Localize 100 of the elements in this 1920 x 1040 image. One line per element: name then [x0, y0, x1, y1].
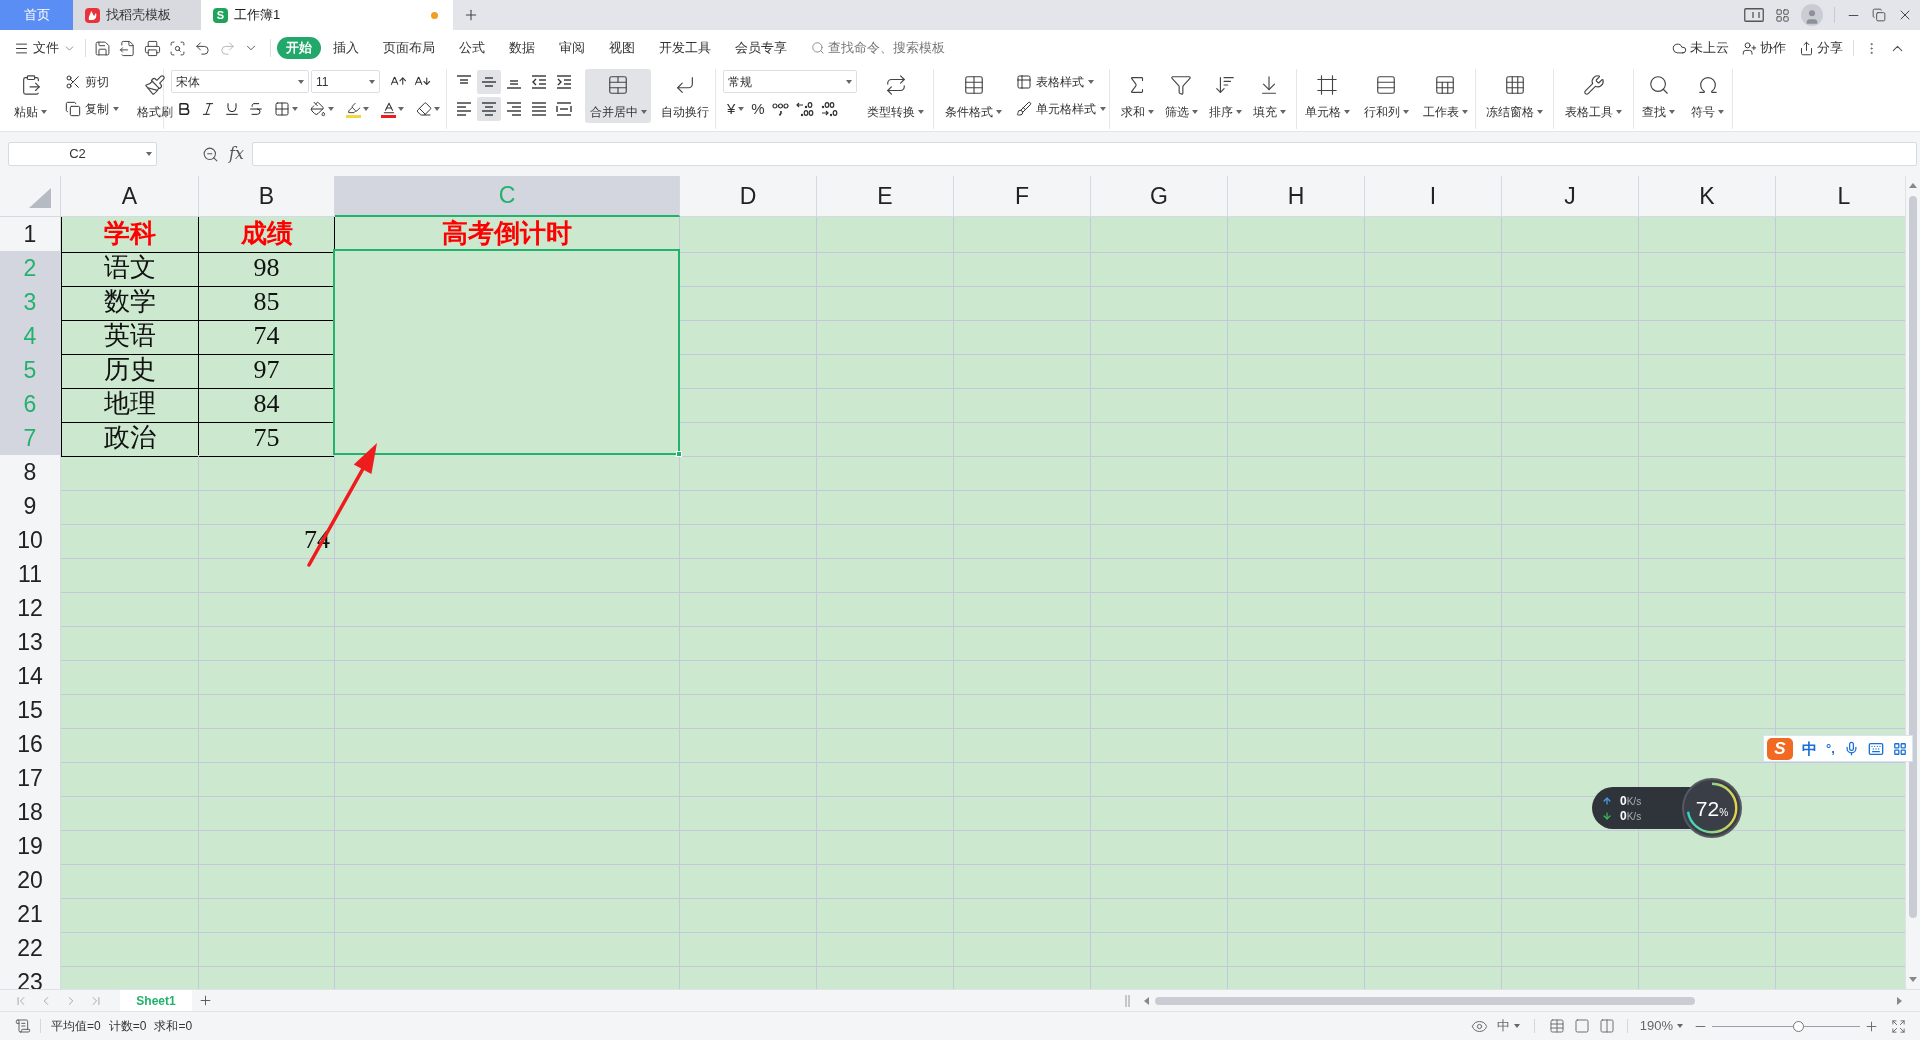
- cloud-status-button[interactable]: 未上云: [1672, 38, 1729, 58]
- ribbon-tab[interactable]: 数据: [497, 37, 547, 59]
- punctuation-toggle[interactable]: °,: [1826, 742, 1835, 755]
- ribbon-tab[interactable]: 开发工具: [647, 37, 723, 59]
- merged-cell[interactable]: [333, 249, 680, 455]
- row-header[interactable]: 20: [0, 863, 61, 899]
- column-header[interactable]: A: [61, 176, 199, 217]
- sort-button[interactable]: 排序: [1204, 69, 1246, 123]
- row-header[interactable]: 8: [0, 455, 61, 491]
- font-size-select[interactable]: 11: [311, 70, 380, 93]
- column-header[interactable]: H: [1228, 176, 1365, 217]
- document-tab[interactable]: 找稻壳模板: [73, 0, 201, 30]
- ribbon-tab[interactable]: 插入: [321, 37, 371, 59]
- row-header[interactable]: 1: [0, 217, 61, 253]
- column-header[interactable]: G: [1091, 176, 1228, 217]
- collaborate-button[interactable]: 协作: [1742, 38, 1786, 58]
- bold-icon[interactable]: [176, 101, 192, 117]
- file-menu[interactable]: 文件: [14, 38, 76, 58]
- worksheet-button[interactable]: 工作表: [1418, 69, 1472, 123]
- input-mode-toggle[interactable]: 中: [1802, 741, 1817, 756]
- column-header[interactable]: D: [680, 176, 817, 217]
- decrease-decimal-icon[interactable]: [820, 101, 839, 117]
- conditional-format-button[interactable]: 条件格式: [941, 69, 1006, 123]
- restore-icon[interactable]: [1872, 8, 1886, 22]
- fill-button[interactable]: 填充: [1248, 69, 1290, 123]
- ribbon-tab[interactable]: 审阅: [547, 37, 597, 59]
- ribbon-tab[interactable]: 公式: [447, 37, 497, 59]
- cut-button[interactable]: 剪切: [63, 70, 121, 94]
- sum-button[interactable]: 求和: [1116, 69, 1158, 123]
- row-header[interactable]: 11: [0, 557, 61, 593]
- paste-button[interactable]: 粘贴: [10, 69, 51, 123]
- row-header[interactable]: 14: [0, 659, 61, 695]
- ribbon-tab[interactable]: 会员专享: [723, 37, 799, 59]
- scroll-down-icon[interactable]: [1909, 977, 1917, 982]
- freeze-panes-button[interactable]: 冻结窗格: [1482, 69, 1547, 123]
- save-icon[interactable]: [94, 39, 111, 57]
- wrap-text-button[interactable]: 自动换行: [657, 69, 713, 123]
- page-view-icon[interactable]: [1573, 1018, 1590, 1034]
- undo-icon[interactable]: [194, 39, 211, 57]
- scroll-up-icon[interactable]: [1909, 183, 1917, 188]
- share-button[interactable]: 分享: [1799, 38, 1843, 58]
- row-header[interactable]: 17: [0, 761, 61, 797]
- window-layout-icon[interactable]: [1744, 8, 1764, 22]
- scrollbar-thumb[interactable]: [1155, 996, 1695, 1005]
- align-center-button[interactable]: [477, 97, 501, 121]
- row-header[interactable]: 18: [0, 795, 61, 831]
- number-format-select[interactable]: 常规: [723, 70, 857, 93]
- find-button[interactable]: 查找: [1638, 69, 1679, 123]
- scroll-icon[interactable]: [15, 1018, 31, 1034]
- rows-columns-button[interactable]: 行和列: [1359, 69, 1413, 123]
- document-tab[interactable]: S 工作簿1: [201, 0, 453, 30]
- table-view-icon[interactable]: [1548, 1018, 1565, 1034]
- column-header[interactable]: I: [1365, 176, 1502, 217]
- italic-icon[interactable]: [200, 101, 216, 117]
- zoom-slider-thumb[interactable]: [1792, 1020, 1804, 1032]
- increase-decimal-icon[interactable]: [795, 101, 814, 117]
- name-box[interactable]: C2: [8, 142, 157, 166]
- fullscreen-icon[interactable]: [1891, 1018, 1906, 1034]
- split-view-icon[interactable]: [1598, 1018, 1615, 1034]
- column-header[interactable]: E: [817, 176, 954, 217]
- filter-button[interactable]: 筛选: [1160, 69, 1202, 123]
- avatar-icon[interactable]: [1801, 4, 1823, 26]
- copy-button[interactable]: 复制: [63, 97, 121, 121]
- cell-button[interactable]: 单元格: [1300, 69, 1354, 123]
- grid-icon[interactable]: [1775, 7, 1790, 23]
- scroll-right-icon[interactable]: [1897, 996, 1902, 1005]
- row-header[interactable]: 15: [0, 693, 61, 729]
- currency-dropdown[interactable]: ¥: [727, 97, 745, 121]
- keyboard-icon[interactable]: [1867, 740, 1884, 757]
- print-icon[interactable]: [144, 39, 161, 57]
- symbol-button[interactable]: 符号: [1687, 69, 1728, 123]
- zoom-out-icon[interactable]: [202, 145, 219, 163]
- add-sheet-icon[interactable]: [198, 993, 213, 1008]
- underline-icon[interactable]: [224, 101, 240, 117]
- font-name-select[interactable]: 宋体: [171, 70, 309, 93]
- new-tab-icon[interactable]: [463, 7, 479, 23]
- type-convert-button[interactable]: 类型转换: [863, 69, 928, 123]
- row-header[interactable]: 22: [0, 931, 61, 967]
- export-icon[interactable]: [119, 39, 136, 57]
- table-tools-button[interactable]: 表格工具: [1561, 69, 1626, 123]
- column-header[interactable]: F: [954, 176, 1091, 217]
- merge-center-button[interactable]: 合并居中: [585, 69, 651, 123]
- row-header[interactable]: 12: [0, 591, 61, 627]
- search-field[interactable]: 查找命令、搜索模板: [828, 38, 952, 58]
- vertical-scrollbar[interactable]: [1905, 176, 1920, 989]
- table-style-button[interactable]: 表格样式: [1014, 70, 1108, 94]
- align-middle-button[interactable]: [477, 70, 501, 94]
- row-header[interactable]: 16: [0, 727, 61, 763]
- row-header[interactable]: 9: [0, 489, 61, 525]
- ribbon-tab[interactable]: 页面布局: [371, 37, 447, 59]
- row-header[interactable]: 19: [0, 829, 61, 865]
- microphone-icon[interactable]: [1843, 741, 1859, 756]
- fill-handle[interactable]: [676, 451, 682, 457]
- preview-icon[interactable]: [169, 39, 186, 57]
- zoom-dropdown[interactable]: 190%: [1639, 1016, 1683, 1036]
- formula-field[interactable]: [251, 142, 1917, 166]
- scroll-left-icon[interactable]: [1144, 996, 1149, 1005]
- percent-button[interactable]: %: [751, 97, 765, 121]
- ribbon-tab[interactable]: 视图: [597, 37, 647, 59]
- thousands-separator-icon[interactable]: [771, 102, 789, 116]
